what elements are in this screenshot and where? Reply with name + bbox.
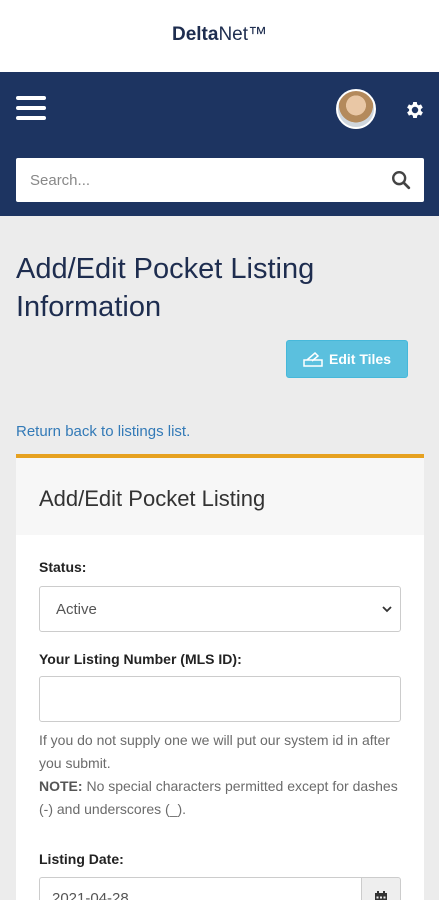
gear-icon[interactable]: [404, 99, 426, 121]
status-select[interactable]: Active: [39, 586, 401, 632]
card-title: Add/Edit Pocket Listing: [39, 486, 266, 511]
brand-bold: Delta: [171, 24, 219, 45]
return-to-listings-link[interactable]: Return back to listings list.: [16, 423, 190, 440]
search-icon[interactable]: [390, 169, 412, 191]
listing-date-value: 2021-04-28: [52, 890, 129, 900]
listing-date-label: Listing Date:: [39, 851, 124, 867]
status-label: Status:: [39, 559, 87, 575]
note-text: No special characters permitted except f…: [39, 778, 398, 817]
mls-id-help: If you do not supply one we will put our…: [39, 729, 409, 821]
listing-date-input[interactable]: 2021-04-28: [39, 877, 361, 900]
pocket-listing-card: Add/Edit Pocket Listing Status: Active Y…: [16, 454, 424, 900]
edit-tiles-label: Edit Tiles: [329, 351, 391, 367]
page-title: Add/Edit Pocket Listing Information: [16, 253, 315, 323]
mls-id-help-text: If you do not supply one we will put our…: [39, 732, 390, 771]
search-input[interactable]: [16, 158, 386, 202]
mls-id-input[interactable]: [39, 676, 401, 722]
top-bar: DeltaNet™: [0, 0, 439, 72]
hamburger-menu-icon[interactable]: [16, 96, 46, 122]
brand-rest: Net: [218, 24, 249, 45]
card-header: Add/Edit Pocket Listing: [16, 458, 424, 535]
chevron-down-icon: [382, 606, 392, 613]
brand-trademark: ™: [248, 24, 268, 45]
calendar-icon: [375, 891, 387, 900]
edit-tiles-icon: [303, 351, 323, 367]
edit-tiles-button[interactable]: Edit Tiles: [286, 340, 408, 378]
brand-logo: DeltaNet™: [0, 24, 439, 46]
search-bar: [16, 158, 424, 202]
note-label: NOTE:: [39, 778, 83, 794]
status-selected-value: Active: [56, 601, 97, 618]
mls-id-label: Your Listing Number (MLS ID):: [39, 651, 242, 667]
calendar-button[interactable]: [361, 877, 401, 900]
user-avatar[interactable]: [336, 89, 376, 129]
